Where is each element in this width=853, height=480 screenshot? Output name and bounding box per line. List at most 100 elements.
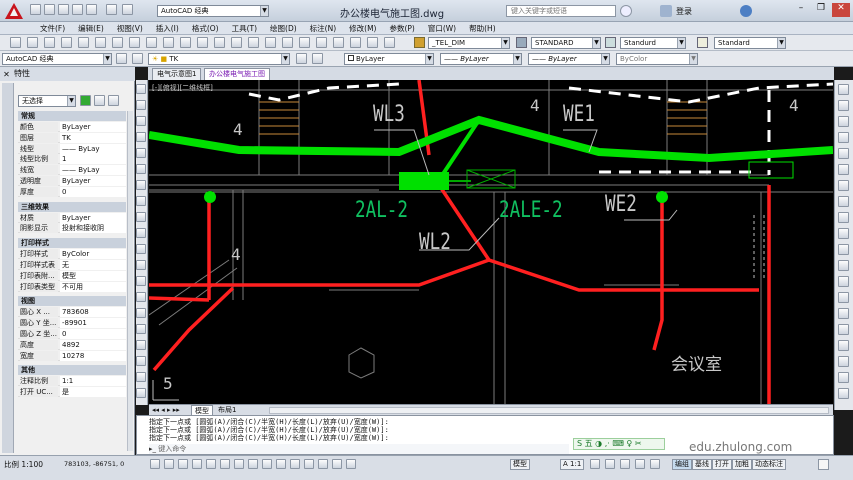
3d-osnap-icon[interactable]: [234, 459, 244, 469]
scale-icon[interactable]: [838, 196, 849, 207]
qp-icon[interactable]: [318, 459, 328, 469]
annotation-visibility-icon[interactable]: [590, 459, 600, 469]
print-icon[interactable]: [86, 4, 97, 15]
menu-item-8[interactable]: 修改(M): [349, 23, 376, 35]
point-icon[interactable]: [136, 292, 146, 302]
fillet-icon[interactable]: [838, 324, 849, 335]
properties-icon[interactable]: [282, 37, 293, 48]
new-icon[interactable]: [30, 4, 41, 15]
command-input[interactable]: ▸_ 键入命令: [149, 444, 569, 454]
toggle-baseline[interactable]: 基线: [692, 459, 712, 470]
mirror-icon[interactable]: [838, 116, 849, 127]
lineweight-select[interactable]: —— ByLayer ▼: [528, 53, 610, 65]
new-icon[interactable]: [10, 37, 21, 48]
pan-tool-icon[interactable]: [838, 372, 849, 383]
viewport-controls-label[interactable]: [-][俯视][二维线框]: [152, 83, 213, 93]
save-icon[interactable]: [58, 4, 69, 15]
make-block-icon[interactable]: [136, 276, 146, 286]
print-icon[interactable]: [61, 37, 72, 48]
snap-icon[interactable]: [164, 459, 174, 469]
stretch-icon[interactable]: [838, 212, 849, 223]
model-space-button[interactable]: 模型: [510, 459, 530, 470]
tablestyle-icon[interactable]: [605, 37, 616, 48]
autocad-logo-icon[interactable]: [4, 2, 24, 20]
menu-item-9[interactable]: 参数(P): [389, 23, 414, 35]
selection-select[interactable]: 无选择 ▼: [18, 95, 76, 107]
region-icon[interactable]: [136, 340, 146, 350]
infer-constraints-icon[interactable]: [150, 459, 160, 469]
search-icon[interactable]: [620, 5, 632, 17]
tpy-icon[interactable]: [304, 459, 314, 469]
open-icon[interactable]: [27, 37, 38, 48]
restore-button[interactable]: ❐: [812, 3, 830, 17]
property-row[interactable]: 线型 —— ByLay: [18, 143, 126, 154]
tab-layout1[interactable]: 布局1: [215, 405, 239, 415]
section-header[interactable]: 常规: [18, 111, 126, 121]
palette-close-icon[interactable]: ✕: [2, 70, 11, 79]
property-row[interactable]: 图层 TK: [18, 132, 126, 143]
move-icon[interactable]: [838, 164, 849, 175]
property-row[interactable]: 打印表类型 不可用: [18, 281, 126, 292]
design-center-icon[interactable]: [299, 37, 310, 48]
drawing-canvas[interactable]: [-][俯视][二维线框] WL3 WE1 2AL-2 2ALE-2 WE2 W…: [149, 80, 833, 404]
undo-icon[interactable]: [180, 37, 191, 48]
scale-readout[interactable]: 比例 1:100: [4, 459, 43, 470]
circle-icon[interactable]: [136, 180, 146, 190]
property-row[interactable]: 圆心 Y 坐... -89901: [18, 318, 126, 329]
multiline-text-icon[interactable]: [136, 372, 146, 382]
lock-ui-icon[interactable]: [635, 459, 645, 469]
save-icon[interactable]: [44, 37, 55, 48]
workspace-select-2[interactable]: AutoCAD 经典 ▼: [2, 53, 112, 65]
property-row[interactable]: 打印样式表无: [18, 260, 126, 270]
pan-icon[interactable]: [214, 37, 225, 48]
menu-item-11[interactable]: 帮助(H): [469, 23, 496, 35]
polyline-icon[interactable]: [136, 116, 146, 126]
polygon-icon[interactable]: [136, 132, 146, 142]
color-select[interactable]: ByLayer ▼: [344, 53, 434, 65]
tab-nav-arrows[interactable]: ◂◂ ◂ ▸ ▸▸: [152, 405, 180, 415]
ime-toolbar[interactable]: S 五 ◑ ,· ⌨ ♀ ✂: [573, 438, 665, 450]
menu-item-0[interactable]: 文件(F): [40, 23, 65, 35]
property-row[interactable]: 厚度 0: [18, 186, 126, 197]
array-icon[interactable]: [838, 148, 849, 159]
table-icon[interactable]: [136, 356, 146, 366]
search-field[interactable]: 键入关键字或短语: [506, 5, 616, 17]
publish-icon[interactable]: [95, 37, 106, 48]
layer-previous-icon[interactable]: [312, 53, 323, 64]
menu-item-7[interactable]: 标注(N): [310, 23, 336, 35]
gradient-icon[interactable]: [136, 324, 146, 334]
quickcalc-icon[interactable]: [367, 37, 378, 48]
property-row[interactable]: 宽度 10278: [18, 350, 126, 361]
toggle-bold[interactable]: 加粗: [732, 459, 752, 470]
dimstyle-select[interactable]: _TEL_DIM ▼: [428, 37, 510, 49]
nav-wheel-icon[interactable]: [838, 356, 849, 367]
trim-icon[interactable]: [838, 228, 849, 239]
revision-cloud-icon[interactable]: [136, 196, 146, 206]
open-icon[interactable]: [44, 4, 55, 15]
section-header[interactable]: 三维效果: [18, 201, 126, 212]
property-row[interactable]: 打开 UC... 是: [18, 387, 126, 398]
section-header[interactable]: 视图: [18, 296, 126, 307]
property-row[interactable]: 线宽 —— ByLay: [18, 165, 126, 176]
polar-icon[interactable]: [206, 459, 216, 469]
select-objects-icon[interactable]: [94, 95, 105, 106]
property-row[interactable]: 阴影显示 投射和接收阴: [18, 223, 126, 234]
insert-block-icon[interactable]: [136, 260, 146, 270]
workspace-settings-icon[interactable]: [116, 53, 127, 64]
toggle-pickadd-icon[interactable]: [80, 95, 91, 106]
property-row[interactable]: 透明度 ByLayer: [18, 176, 126, 186]
help-icon[interactable]: [740, 5, 752, 17]
menu-item-3[interactable]: 插入(I): [156, 23, 179, 35]
redo-icon[interactable]: [197, 37, 208, 48]
ducs-icon[interactable]: [262, 459, 272, 469]
layer-select[interactable]: ☀ ■ TK ▼: [148, 53, 290, 65]
property-row[interactable]: 打印样式 ByColor: [18, 249, 126, 260]
textstyle-select[interactable]: STANDARD ▼: [531, 37, 601, 49]
property-row[interactable]: 圆心 Z 坐... 0: [18, 329, 126, 339]
horizontal-scrollbar[interactable]: [269, 407, 829, 414]
sheet-set-icon[interactable]: [333, 37, 344, 48]
tab-construction-drawing[interactable]: 办公楼电气施工图: [204, 68, 270, 80]
offset-icon[interactable]: [838, 132, 849, 143]
section-header[interactable]: 打印样式: [18, 238, 126, 249]
isolate-icon[interactable]: [650, 459, 660, 469]
